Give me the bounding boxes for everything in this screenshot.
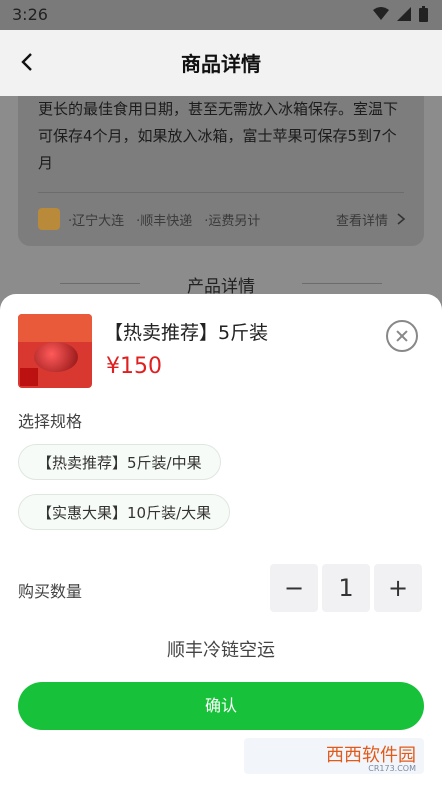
- spec-bottom-sheet: 【热卖推荐】5斤装 ¥150 选择规格 【热卖推荐】5斤装/中果 【实惠大果】1…: [0, 294, 442, 786]
- quantity-stepper: − 1 +: [270, 564, 422, 612]
- thumbnail-badge: [20, 368, 38, 386]
- shipping-note: 顺丰冷链空运: [167, 640, 275, 661]
- watermark-sub: CR173.COM: [368, 764, 416, 773]
- watermark-text: 西西软件园: [326, 745, 416, 766]
- quantity-value[interactable]: 1: [322, 564, 370, 612]
- status-time: 3:26: [12, 5, 48, 24]
- battery-icon: [419, 6, 428, 22]
- spec-option[interactable]: 【实惠大果】10斤装/大果: [18, 494, 231, 530]
- wifi-icon: [373, 7, 389, 20]
- page-title: 商品详情: [181, 52, 261, 76]
- product-price: ¥150: [106, 354, 162, 379]
- nav-bar: 商品详情: [0, 30, 442, 97]
- shipping-tag: ·顺丰快递: [136, 213, 193, 229]
- product-name: 【热卖推荐】5斤装: [104, 322, 269, 344]
- spec-option[interactable]: 【热卖推荐】5斤装/中果: [18, 444, 221, 480]
- divider: [38, 192, 404, 193]
- chevron-right-icon: [397, 213, 406, 225]
- spec-label: 选择规格: [18, 412, 83, 431]
- product-info-card: 更长的最佳食用日期，甚至无需放入冰箱保存。室温下可保存4个月，如果放入冰箱，富士…: [18, 96, 424, 246]
- confirm-button[interactable]: 确认: [18, 682, 424, 730]
- background-content: 更长的最佳食用日期，甚至无需放入冰箱保存。室温下可保存4个月，如果放入冰箱，富士…: [0, 96, 442, 316]
- plus-button[interactable]: +: [374, 564, 422, 612]
- status-bar: 3:26: [0, 0, 442, 30]
- detail-link[interactable]: 查看详情: [336, 210, 388, 229]
- product-thumbnail: [18, 314, 92, 388]
- origin-tag: ·辽宁大连: [68, 213, 125, 229]
- close-icon[interactable]: [386, 320, 418, 352]
- apple-icon: [34, 342, 78, 372]
- fee-tag: ·运费另计: [204, 213, 261, 229]
- product-description: 更长的最佳食用日期，甚至无需放入冰箱保存。室温下可保存4个月，如果放入冰箱，富士…: [38, 100, 399, 172]
- product-meta: ·辽宁大连 ·顺丰快递 ·运费另计 查看详情: [38, 208, 408, 230]
- watermark-logo: 西西软件园 CR173.COM: [244, 738, 424, 774]
- status-icons: [373, 6, 428, 22]
- shop-icon: [38, 208, 60, 230]
- minus-button[interactable]: −: [270, 564, 318, 612]
- thumbnail-banner: [18, 314, 92, 342]
- qty-label: 购买数量: [18, 582, 83, 601]
- signal-icon: [397, 7, 411, 21]
